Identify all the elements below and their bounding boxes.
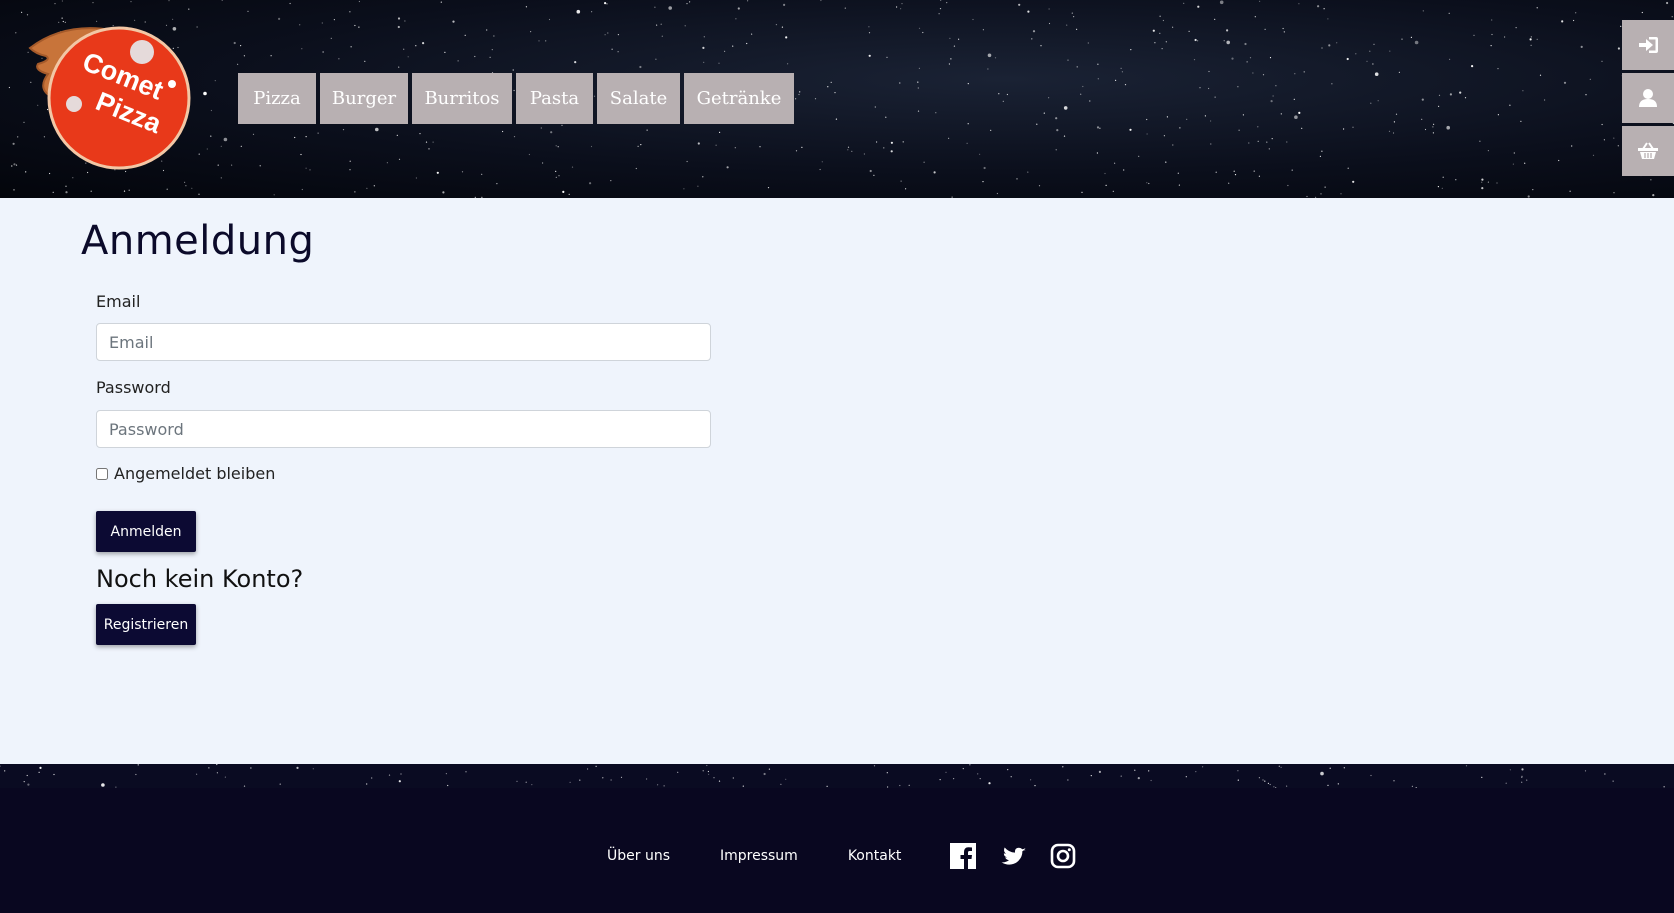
register-button[interactable]: Registrieren [96,604,196,645]
email-field[interactable] [96,323,711,361]
nav-item-burritos[interactable]: Burritos [412,73,512,124]
remember-me-label: Angemeldet bleiben [114,464,276,483]
side-action-buttons [1622,20,1674,179]
footer-links: Über uns Impressum Kontakt [607,842,1099,870]
nav-item-salate[interactable]: Salate [597,73,680,124]
account-side-button[interactable] [1622,73,1674,123]
basket-icon [1638,142,1658,159]
sign-in-icon [1639,37,1658,53]
footer-link-imprint[interactable]: Impressum [720,848,798,864]
no-account-heading: Noch kein Konto? [96,565,304,593]
footer-starfield [0,764,1674,788]
main-nav: Pizza Burger Burritos Pasta Salate Geträ… [238,73,798,124]
footer-link-contact[interactable]: Kontakt [848,848,902,864]
twitter-icon[interactable] [999,842,1027,870]
password-label: Password [96,378,171,397]
email-label: Email [96,292,141,311]
nav-item-burger[interactable]: Burger [320,73,408,124]
site-footer: Über uns Impressum Kontakt [0,788,1674,913]
login-side-button[interactable] [1622,20,1674,70]
comet-pizza-logo[interactable]: Comet Pizza [24,24,200,172]
login-button[interactable]: Anmelden [96,511,196,552]
nav-item-getraenke[interactable]: Getränke [684,73,794,124]
social-links [949,842,1099,870]
remember-me-checkbox[interactable] [96,467,108,480]
facebook-icon[interactable] [949,842,977,870]
login-section: Anmeldung Email Password Angemeldet blei… [0,198,1674,764]
page-title: Anmeldung [81,218,315,264]
nav-item-pasta[interactable]: Pasta [516,73,593,124]
password-field[interactable] [96,410,711,448]
instagram-icon[interactable] [1049,842,1077,870]
nav-item-pizza[interactable]: Pizza [238,73,316,124]
site-header: Comet Pizza Pizza Burger Burritos Pasta … [0,0,1674,198]
remember-me-row: Angemeldet bleiben [96,464,275,483]
cart-side-button[interactable] [1622,126,1674,176]
footer-link-about[interactable]: Über uns [607,848,670,864]
user-icon [1639,89,1657,107]
